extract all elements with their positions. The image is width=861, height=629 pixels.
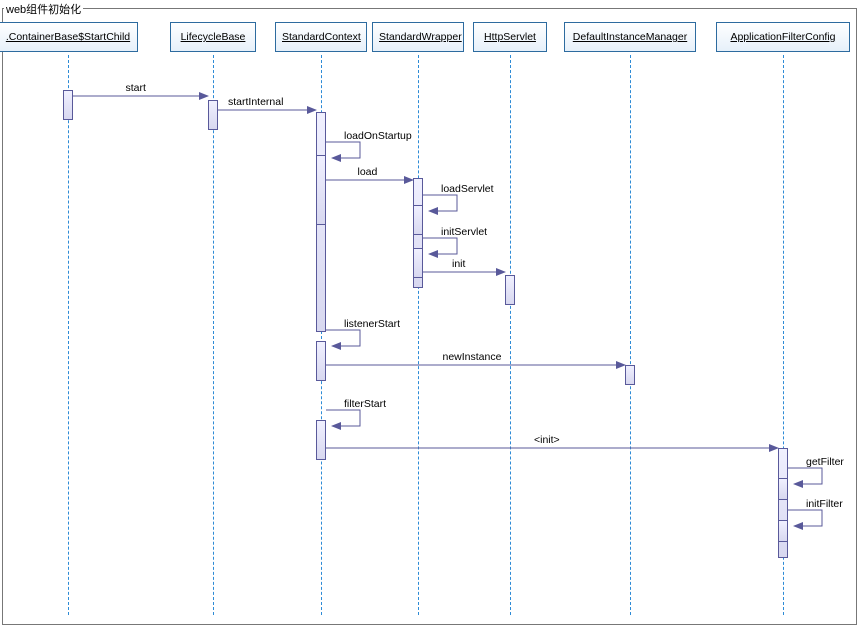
participant-label: LifecycleBase [181,31,246,43]
message-label: filterStart [344,398,386,410]
message-label: newInstance [443,351,502,363]
activation [778,478,788,500]
message-label: <init> [534,434,560,446]
message-label: startInternal [228,96,283,108]
participant-label: StandardWrapper [379,31,462,43]
sequence-diagram-frame: web组件初始化 .ContainerBase$StartChild Lifecy… [0,0,861,629]
activation [505,275,515,305]
activation [63,90,73,120]
participant-label: .ContainerBase$StartChild [6,31,130,43]
lifeline-3 [418,55,419,615]
participant-label: StandardContext [282,31,361,43]
participant-3: StandardWrapper [372,22,464,52]
participant-0: .ContainerBase$StartChild [0,22,138,52]
participant-1: LifecycleBase [170,22,256,52]
activation [625,365,635,385]
activation [208,100,218,130]
message-label: getFilter [806,456,844,468]
message-label: load [358,166,378,178]
message-label: initFilter [806,498,843,510]
participant-label: ApplicationFilterConfig [730,31,835,43]
lifeline-1 [213,55,214,615]
message-label: initServlet [441,226,487,238]
participant-5: DefaultInstanceManager [564,22,696,52]
participant-label: DefaultInstanceManager [573,31,687,43]
message-label: listenerStart [344,318,400,330]
lifeline-4 [510,55,511,615]
activation [316,341,326,381]
lifeline-5 [630,55,631,615]
message-label: init [452,258,465,270]
participant-2: StandardContext [275,22,367,52]
participant-label: HttpServlet [484,31,536,43]
lifeline-0 [68,55,69,615]
message-label: loadOnStartup [344,130,412,142]
participant-4: HttpServlet [473,22,547,52]
activation [413,205,423,235]
activation [413,248,423,278]
activation [778,520,788,542]
activation [316,155,326,225]
frame-border [2,8,857,625]
message-label: start [126,82,146,94]
participant-6: ApplicationFilterConfig [716,22,850,52]
activation [316,420,326,460]
frame-title: web组件初始化 [4,1,83,17]
message-label: loadServlet [441,183,494,195]
